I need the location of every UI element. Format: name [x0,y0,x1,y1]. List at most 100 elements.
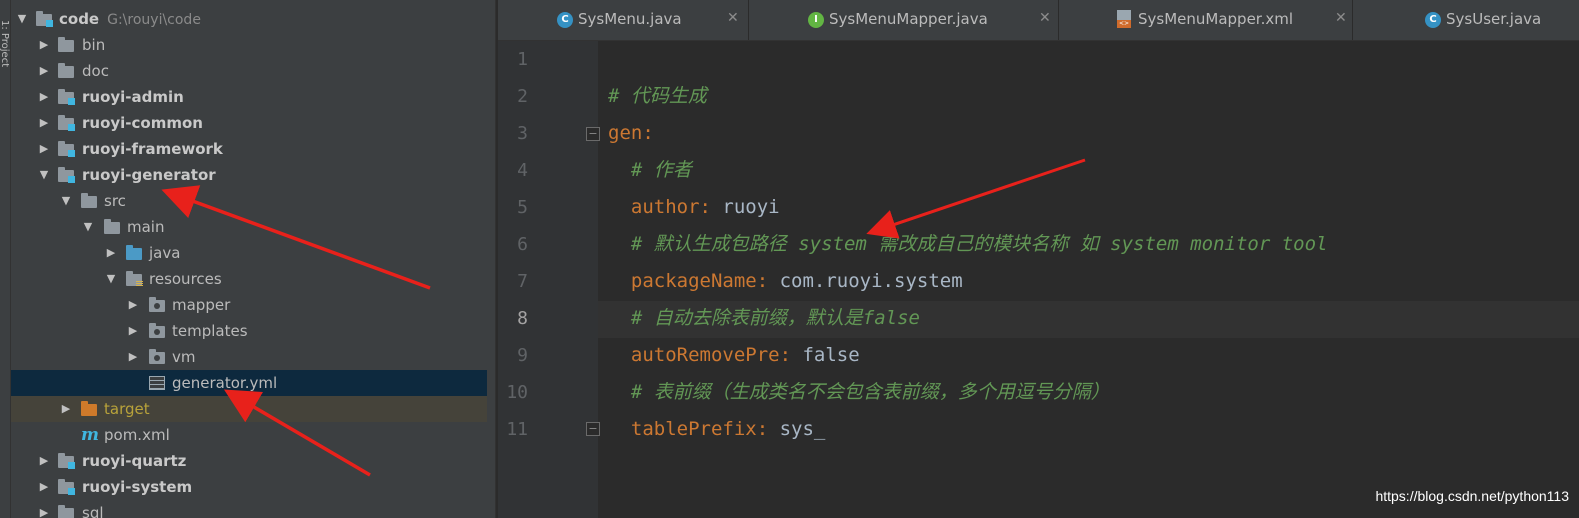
module-folder-icon [35,11,53,27]
tree-row-pom-xml[interactable]: m pom.xml [11,422,495,448]
yaml-colon: : [699,196,711,218]
yaml-value: com.ruoyi.system [768,270,963,292]
yaml-key: tablePrefix [608,418,757,440]
tree-label: target [104,400,150,418]
collapsed-arrow-icon[interactable]: ▶ [37,84,51,110]
folder-icon [57,63,75,79]
line-number-current: 8 [517,308,528,329]
folder-icon [80,193,98,209]
tree-row-templates[interactable]: ▶ templates [11,318,495,344]
tree-row-main[interactable]: ▼ main [11,214,495,240]
fold-end-icon[interactable]: − [586,422,600,436]
code-line-8: # 自动去除表前缀，默认是false [608,300,920,337]
line-number: 3 [517,123,528,144]
code-line-3: gen: [608,115,654,152]
collapsed-arrow-icon[interactable]: ▶ [126,318,140,344]
yaml-comment: # 自动去除表前缀，默认是false [608,307,920,329]
tree-row-doc[interactable]: ▶ doc [11,58,495,84]
tree-row-ruoyi-quartz[interactable]: ▶ ruoyi-quartz [11,448,495,474]
collapsed-arrow-icon[interactable]: ▶ [126,292,140,318]
tree-label: doc [82,62,109,80]
collapsed-arrow-icon[interactable]: ▶ [37,500,51,518]
collapsed-arrow-icon[interactable]: ▶ [37,110,51,136]
package-folder-icon [148,297,166,313]
project-tree: ▼ code G:\rouyi\code ▶ bin ▶ doc ▶ ruoyi-… [11,0,495,518]
module-folder-icon [57,115,75,131]
tree-label: resources [149,270,222,288]
yml-file-icon [149,375,167,391]
collapsed-arrow-icon[interactable]: ▶ [37,474,51,500]
editor-tab-bar: C SysMenu.java ✕ I SysMenuMapper.java ✕ … [498,0,1579,41]
tree-row-ruoyi-admin[interactable]: ▶ ruoyi-admin [11,84,495,110]
code-line-2: # 代码生成 [608,78,707,115]
tab-label: SysUser.java [1446,10,1542,28]
tree-row-resources[interactable]: ▼ resources [11,266,495,292]
tab-sysmenu-java[interactable]: C SysMenu.java ✕ [546,0,749,40]
tab-sysmenumapper-xml[interactable]: SysMenuMapper.xml ✕ [1059,0,1353,40]
folder-icon [57,37,75,53]
module-folder-icon [57,479,75,495]
collapsed-arrow-icon[interactable]: ▶ [104,240,118,266]
yaml-value: sys_ [768,418,826,440]
yaml-comment: # 默认生成包路径 system 需改成自己的模块名称 如 system mon… [608,233,1328,255]
code-editor[interactable]: 1 2 3 4 5 6 7 8 9 10 11 − − # 代码生成 gen: … [498,41,1579,518]
project-tool-window-button[interactable]: 1: Project [0,20,10,67]
maven-icon: m [81,425,99,445]
tree-row-generator-yml[interactable]: generator.yml [11,370,495,396]
expanded-arrow-icon[interactable]: ▼ [37,162,51,188]
module-folder-icon [57,89,75,105]
tree-row-vm[interactable]: ▶ vm [11,344,495,370]
close-icon[interactable]: ✕ [1335,10,1347,26]
tree-row-ruoyi-framework[interactable]: ▶ ruoyi-framework [11,136,495,162]
line-number: 6 [517,234,528,255]
line-number: 4 [517,160,528,181]
expanded-arrow-icon[interactable]: ▼ [81,214,95,240]
line-number: 1 [517,49,528,70]
tool-window-strip: 1: Project [0,0,11,518]
tab-label: SysMenuMapper.java [829,10,988,28]
tree-row-mapper[interactable]: ▶ mapper [11,292,495,318]
expanded-arrow-icon[interactable]: ▼ [15,6,29,32]
collapsed-arrow-icon[interactable]: ▶ [37,32,51,58]
close-icon[interactable]: ✕ [1039,10,1051,26]
tree-row-ruoyi-generator[interactable]: ▼ ruoyi-generator [11,162,495,188]
tree-label: java [149,244,181,262]
tab-sysmenumapper-java[interactable]: I SysMenuMapper.java ✕ [749,0,1059,40]
tree-label: ruoyi-generator [82,166,216,184]
collapsed-arrow-icon[interactable]: ▶ [37,58,51,84]
tree-row-java[interactable]: ▶ java [11,240,495,266]
tree-label: pom.xml [104,426,170,444]
collapsed-arrow-icon[interactable]: ▶ [59,396,73,422]
close-icon[interactable]: ✕ [727,10,739,26]
collapsed-arrow-icon[interactable]: ▶ [126,344,140,370]
tree-row-ruoyi-system[interactable]: ▶ ruoyi-system [11,474,495,500]
yaml-key: author [608,196,700,218]
tree-row-ruoyi-common[interactable]: ▶ ruoyi-common [11,110,495,136]
tree-label: bin [82,36,106,54]
tree-row-code[interactable]: ▼ code G:\rouyi\code [11,6,495,32]
tree-row-src[interactable]: ▼ src [11,188,495,214]
line-number: 9 [517,345,528,366]
resources-folder-icon [125,271,143,287]
fold-collapse-icon[interactable]: − [586,127,600,141]
yaml-comment: # 表前缀（生成类名不会包含表前缀，多个用逗号分隔） [608,381,1110,403]
tab-sysuser-java[interactable]: C SysUser.java [1353,0,1579,40]
tree-row-sql[interactable]: ▶ sql [11,500,495,518]
watermark: https://blog.csdn.net/python113 [1375,488,1569,504]
tree-label: ruoyi-common [82,114,203,132]
tree-row-bin[interactable]: ▶ bin [11,32,495,58]
collapsed-arrow-icon[interactable]: ▶ [37,448,51,474]
package-folder-icon [148,349,166,365]
tree-row-target[interactable]: ▶ target [11,396,495,422]
yaml-comment: # 代码生成 [608,85,707,107]
tree-scrollbar[interactable] [487,0,495,518]
java-class-icon: C [557,12,573,28]
tab-label: SysMenu.java [578,10,682,28]
expanded-arrow-icon[interactable]: ▼ [104,266,118,292]
collapsed-arrow-icon[interactable]: ▶ [37,136,51,162]
code-line-5: author: ruoyi [608,189,780,226]
yaml-comment: # 作者 [608,159,692,181]
expanded-arrow-icon[interactable]: ▼ [59,188,73,214]
tab-label: SysMenuMapper.xml [1138,10,1294,28]
java-class-icon: C [1425,12,1441,28]
